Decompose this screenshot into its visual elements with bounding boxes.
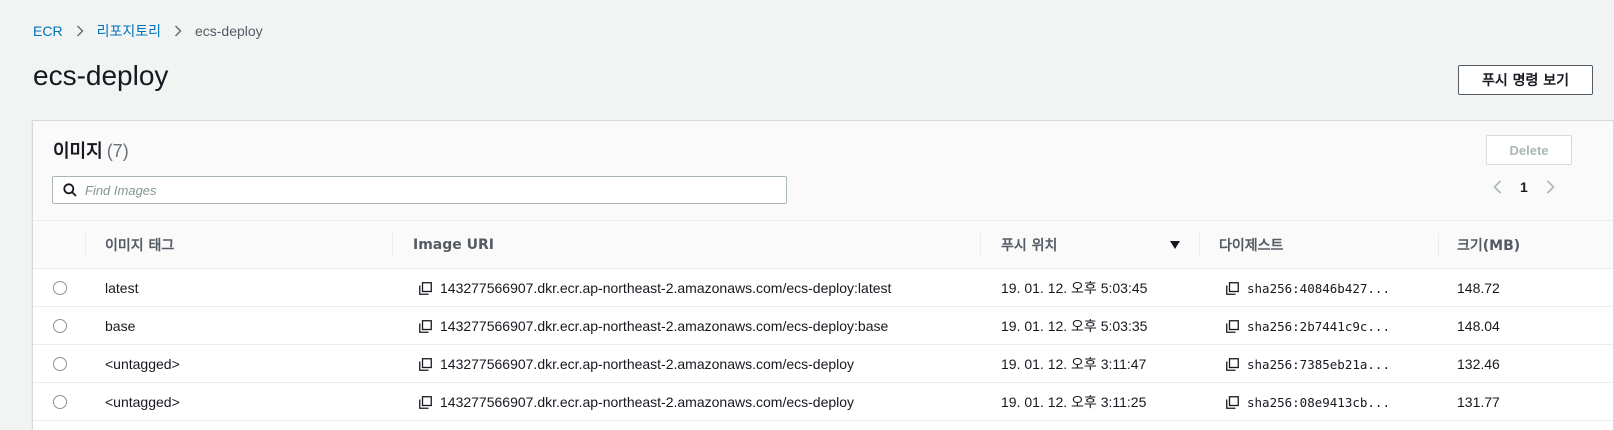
image-tag: latest [105,280,139,296]
page-title: ecs-deploy [33,60,169,91]
image-size: 148.04 [1457,318,1500,334]
column-header-image-uri[interactable]: Image URI [413,221,494,269]
table-row[interactable]: latest 143277566907.dkr.ecr.ap-northeast… [33,269,1613,307]
breadcrumb-ecr-link[interactable]: ECR [33,23,63,39]
pagination: 1 [1493,179,1555,195]
search-box [52,176,787,204]
image-size: 132.46 [1457,356,1500,372]
panel-header: 이미지(7) Delete 1 [33,121,1613,221]
row-select-radio[interactable] [53,395,67,409]
image-digest: sha256:40846b427... [1247,280,1390,296]
column-divider [392,233,393,257]
image-digest: sha256:08e9413cb... [1247,394,1390,410]
table-row[interactable]: <untagged> 143277566907.dkr.ecr.ap-north… [33,345,1613,383]
image-count: (7) [106,141,129,161]
breadcrumb: ECR 리포지토리 ecs-deploy [33,21,263,41]
copy-icon[interactable] [419,357,432,371]
table-header: 이미지 태그 Image URI 푸시 위치 다이제스트 크기(MB) [33,221,1613,269]
row-select-radio[interactable] [53,319,67,333]
image-uri: 143277566907.dkr.ecr.ap-northeast-2.amaz… [440,394,855,410]
pushed-at: 19. 01. 12. 오후 5:03:45 [1001,280,1148,296]
image-digest: sha256:2b7441c9c... [1247,318,1390,334]
chevron-right-icon [174,25,182,37]
copy-icon[interactable] [1226,395,1239,409]
copy-icon[interactable] [419,319,432,333]
copy-icon[interactable] [1226,281,1239,295]
table-row[interactable]: base 143277566907.dkr.ecr.ap-northeast-2… [33,307,1613,345]
row-select-radio[interactable] [53,281,67,295]
column-header-size[interactable]: 크기(MB) [1457,221,1520,269]
pushed-at: 19. 01. 12. 오후 5:03:35 [1001,318,1148,334]
sort-descending-icon[interactable] [1169,221,1181,269]
row-select-radio[interactable] [53,357,67,371]
panel-title-label: 이미지 [53,141,103,162]
chevron-right-icon [76,25,84,37]
column-header-pushed-at[interactable]: 푸시 위치 [1001,221,1057,269]
column-header-image-tag[interactable]: 이미지 태그 [105,221,174,269]
column-header-digest[interactable]: 다이제스트 [1219,221,1283,269]
image-size: 131.77 [1457,394,1500,410]
column-divider [1199,233,1200,257]
image-size: 148.72 [1457,280,1500,296]
image-tag: <untagged> [105,356,180,372]
image-uri: 143277566907.dkr.ecr.ap-northeast-2.amaz… [440,356,855,372]
view-push-commands-button[interactable]: 푸시 명령 보기 [1458,65,1593,95]
table-row[interactable]: <untagged> 143277566907.dkr.ecr.ap-north… [33,383,1613,421]
search-input[interactable] [85,182,765,198]
image-uri: 143277566907.dkr.ecr.ap-northeast-2.amaz… [440,280,892,296]
panel-title: 이미지 (7) [53,137,129,163]
column-divider [85,233,86,257]
breadcrumb-repositories-link[interactable]: 리포지토리 [97,21,161,41]
image-tag: <untagged> [105,394,180,410]
current-page-number[interactable]: 1 [1520,179,1528,195]
column-divider [980,233,981,257]
previous-page-icon[interactable] [1493,180,1502,194]
copy-icon[interactable] [1226,357,1239,371]
breadcrumb-current: ecs-deploy [194,23,263,39]
search-icon [63,183,77,197]
copy-icon[interactable] [1226,319,1239,333]
images-panel: 이미지(7) Delete 1 이미지 태그 Image URI 푸시 [32,120,1614,430]
column-divider [1438,233,1439,257]
image-tag: base [105,318,136,334]
copy-icon[interactable] [419,281,432,295]
copy-icon[interactable] [419,395,432,409]
image-digest: sha256:7385eb21a... [1247,356,1390,372]
delete-button[interactable]: Delete [1486,135,1572,165]
image-uri: 143277566907.dkr.ecr.ap-northeast-2.amaz… [440,318,889,334]
next-page-icon[interactable] [1546,180,1555,194]
pushed-at: 19. 01. 12. 오후 3:11:25 [1001,394,1147,410]
images-table: 이미지 태그 Image URI 푸시 위치 다이제스트 크기(MB) late… [33,221,1613,421]
pushed-at: 19. 01. 12. 오후 3:11:47 [1001,356,1147,372]
